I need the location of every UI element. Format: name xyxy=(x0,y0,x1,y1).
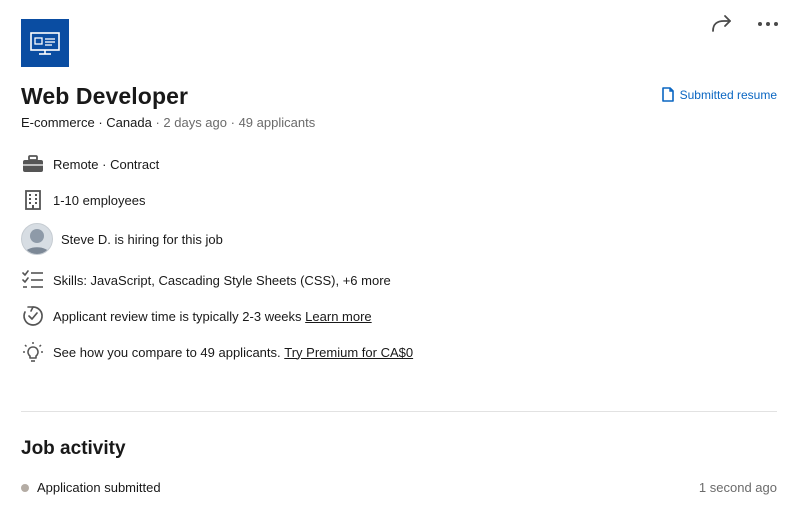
compare-text: See how you compare to 49 applicants. xyxy=(53,344,281,360)
share-icon xyxy=(712,15,731,32)
job-meta: E-commerce · Canada · 2 days ago · 49 ap… xyxy=(21,115,315,130)
review-time-row: Applicant review time is typically 2-3 w… xyxy=(21,304,372,328)
top-actions xyxy=(706,10,784,38)
divider xyxy=(21,411,777,412)
skills-summary[interactable]: Skills: JavaScript, Cascading Style Shee… xyxy=(53,273,391,288)
workplace-type: Remote · Contract xyxy=(53,156,160,172)
posted-date: 2 days ago xyxy=(163,115,227,130)
activity-time: 1 second ago xyxy=(698,480,777,495)
submitted-resume-link[interactable]: Submitted resume xyxy=(661,87,777,102)
status-dot xyxy=(21,483,29,492)
checklist-icon xyxy=(21,268,45,292)
company-size-row: 1-10 employees xyxy=(21,188,146,212)
learn-more-link[interactable]: Learn more xyxy=(305,309,371,324)
activity-item: Application submitted 1 second ago xyxy=(21,480,777,495)
monitor-icon xyxy=(30,32,60,55)
skills-row: Skills: JavaScript, Cascading Style Shee… xyxy=(21,268,391,292)
premium-row: See how you compare to 49 applicants. Tr… xyxy=(21,340,413,364)
lightbulb-icon xyxy=(21,340,45,364)
document-icon xyxy=(661,87,674,102)
workplace-row: Remote · Contract xyxy=(21,152,159,176)
try-premium-link[interactable]: Try Premium for CA$0 xyxy=(284,345,413,360)
more-button[interactable] xyxy=(752,10,784,38)
submitted-resume-label: Submitted resume xyxy=(679,87,777,102)
job-location: Canada xyxy=(106,115,152,130)
company-logo[interactable] xyxy=(21,19,69,67)
hiring-row: Steve D. is hiring for this job xyxy=(21,223,223,255)
meta-separator: · xyxy=(230,115,239,130)
clock-check-icon xyxy=(21,304,45,328)
share-button[interactable] xyxy=(706,10,738,38)
company-name[interactable]: E-commerce xyxy=(21,115,95,130)
job-activity-heading: Job activity xyxy=(21,438,126,459)
more-icon xyxy=(758,22,778,26)
activity-label: Application submitted xyxy=(37,480,161,495)
briefcase-icon xyxy=(21,152,45,176)
building-icon xyxy=(21,188,45,212)
hiring-manager: Steve D. is hiring for this job xyxy=(61,231,223,247)
job-title: Web Developer xyxy=(21,83,189,109)
avatar[interactable] xyxy=(21,223,53,255)
company-size: 1-10 employees xyxy=(53,192,146,208)
applicant-count: 49 applicants xyxy=(238,115,316,130)
review-time-text: Applicant review time is typically 2-3 w… xyxy=(53,308,302,324)
